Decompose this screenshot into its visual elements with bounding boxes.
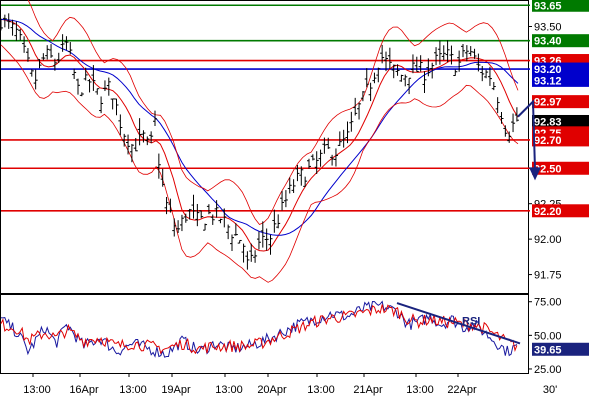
level-label: 93.65	[534, 0, 562, 12]
chart-root: 93.5092.2592.0091.7593.6593.4093.2693.20…	[0, 0, 590, 400]
x-tick-label: 13:00	[215, 384, 243, 396]
indicator-y-tick-label: 50.00	[534, 330, 562, 342]
x-tick-label: 20Apr	[257, 384, 287, 396]
level-label: 93.12	[534, 75, 562, 87]
x-tick-label: 21Apr	[353, 384, 383, 396]
x-tick-label: 13:00	[406, 384, 434, 396]
price-y-tick-label: 91.75	[534, 270, 562, 282]
price-y-tick-label: 93.50	[534, 22, 562, 34]
x-tick-label: 13:00	[307, 384, 335, 396]
indicator-y-tick-label: 25.00	[534, 364, 562, 376]
x-tick-label: 19Apr	[161, 384, 191, 396]
x-tick-label: 22Apr	[447, 384, 477, 396]
indicator-annotation: RSI	[462, 316, 480, 328]
x-tick-label: 13:00	[119, 384, 147, 396]
x-tick-label: 13:00	[23, 384, 51, 396]
indicator-y-tick-label: 75.00	[534, 297, 562, 309]
indicator-current-value: 39.65	[534, 344, 562, 356]
level-label: 92.20	[534, 206, 562, 218]
level-label: 93.40	[534, 36, 562, 48]
chart-svg: 93.5092.2592.0091.7593.6593.4093.2693.20…	[0, 0, 590, 400]
level-label: 92.97	[534, 97, 562, 109]
x-tick-label: 30'	[543, 384, 557, 396]
x-tick-label: 16Apr	[69, 384, 99, 396]
level-label: 92.70	[534, 135, 562, 147]
price-y-tick-label: 92.00	[534, 234, 562, 246]
